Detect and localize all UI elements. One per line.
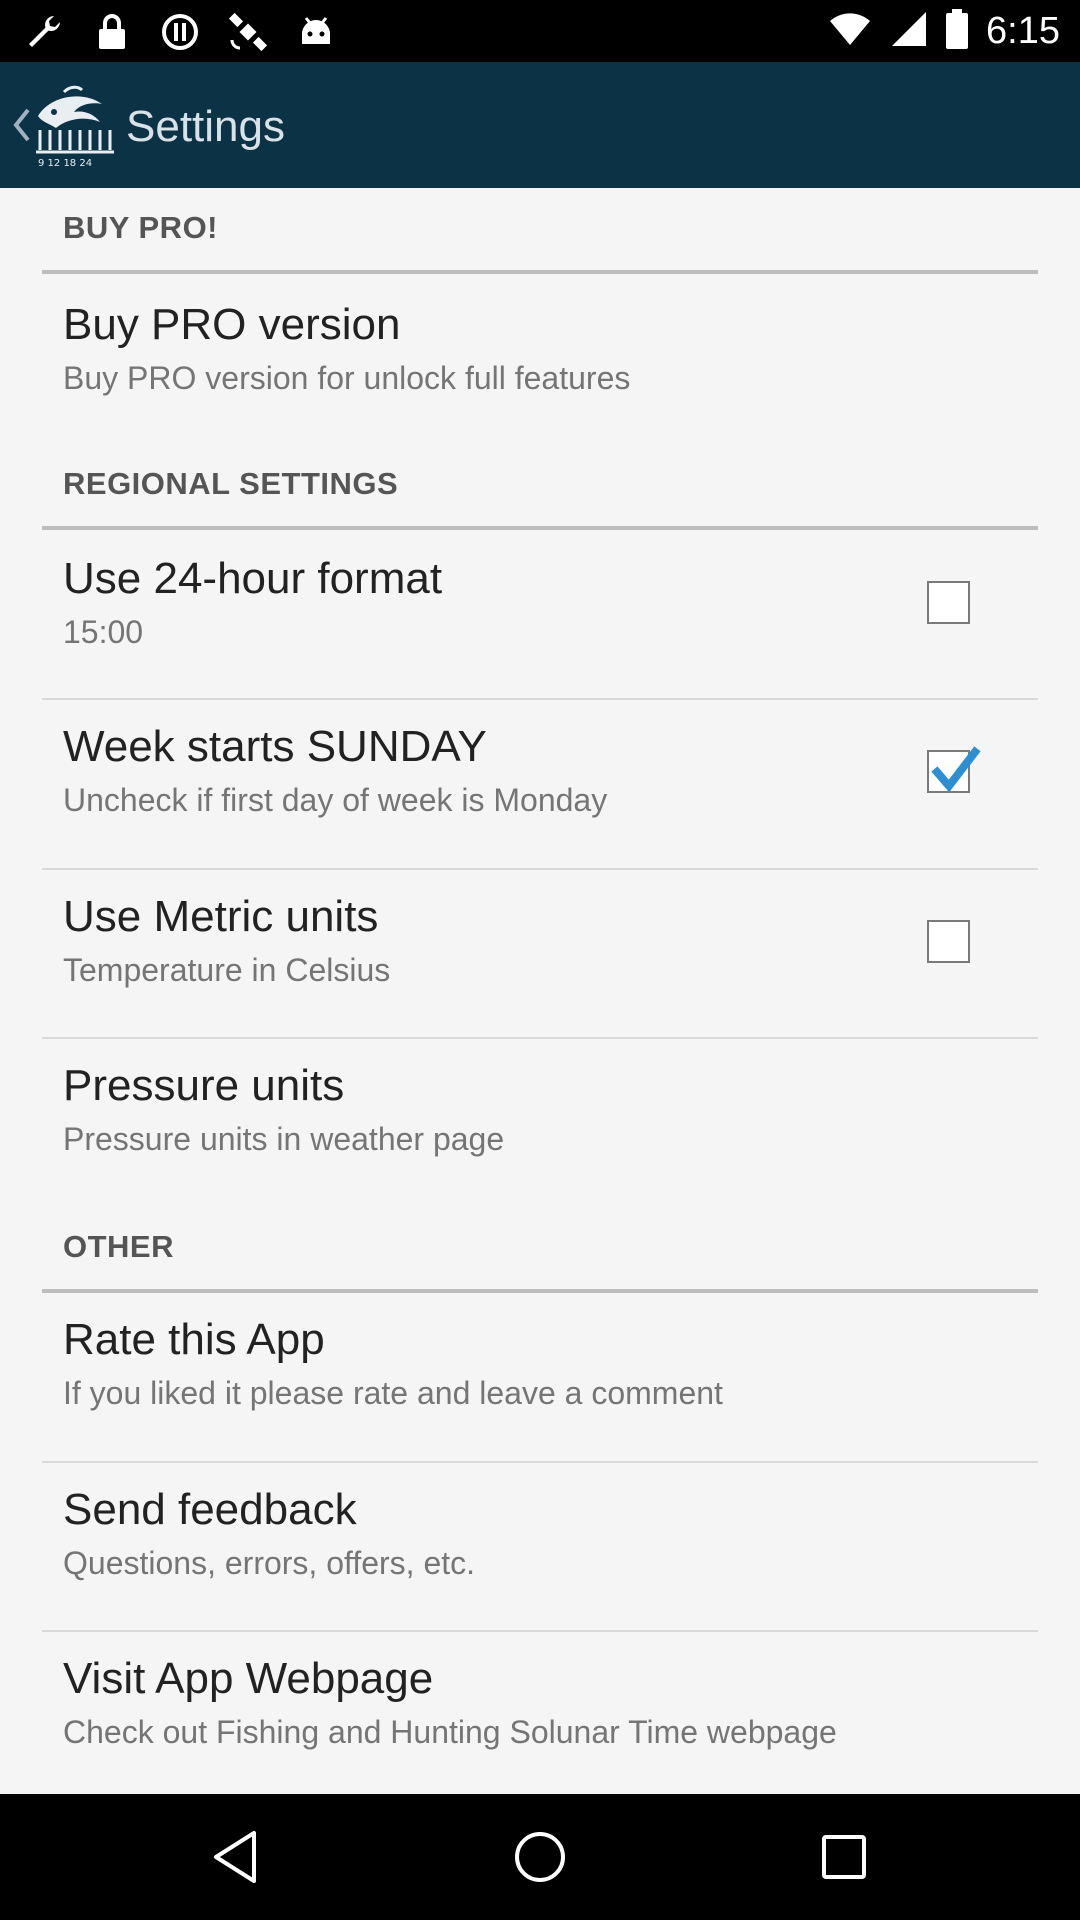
section-header-label: REGIONAL SETTINGS [63, 466, 399, 501]
pref-title: Send feedback [63, 1485, 357, 1534]
pref-metric-units[interactable]: Use Metric units Temperature in Celsius [0, 870, 1080, 1038]
checkbox-week-starts-sunday[interactable] [927, 746, 981, 793]
pref-24-hour-format[interactable]: Use 24-hour format 15:00 [0, 530, 1080, 698]
pref-title: Week starts SUNDAY [63, 722, 487, 771]
checkbox-24-hour-format[interactable] [927, 581, 970, 624]
pref-summary: Check out Fishing and Hunting Solunar Ti… [63, 1714, 837, 1750]
status-time: 6:15 [986, 9, 1060, 52]
recents-nav-icon[interactable] [814, 1827, 874, 1887]
pref-summary: Questions, errors, offers, etc. [63, 1545, 476, 1581]
checkmark-icon [931, 746, 981, 793]
pref-visit-app-webpage[interactable]: Visit App Webpage Check out Fishing and … [0, 1632, 1080, 1794]
page-title: Settings [126, 102, 285, 151]
app-bar: 9 12 18 24 Settings [0, 62, 1080, 188]
status-system-icons: 6:15 [828, 8, 1060, 54]
section-header-buy-pro: BUY PRO! [42, 188, 1038, 274]
pref-title: Buy PRO version [63, 300, 401, 349]
back-nav-icon[interactable] [206, 1827, 266, 1887]
pref-summary: Buy PRO version for unlock full features [63, 360, 631, 396]
home-nav-icon[interactable] [510, 1827, 570, 1887]
pref-buy-pro-version[interactable]: Buy PRO version Buy PRO version for unlo… [0, 276, 1080, 442]
pref-send-feedback[interactable]: Send feedback Questions, errors, offers,… [0, 1463, 1080, 1631]
section-header-label: BUY PRO! [63, 210, 219, 245]
pref-title: Rate this App [63, 1315, 325, 1364]
section-header-regional-settings: REGIONAL SETTINGS [42, 444, 1038, 530]
lock-icon [90, 10, 134, 54]
pref-title: Use Metric units [63, 892, 379, 941]
pref-summary: Uncheck if first day of week is Monday [63, 782, 608, 818]
app-logo-icon[interactable]: 9 12 18 24 [30, 82, 116, 168]
pref-title: Use 24-hour format [63, 554, 443, 603]
section-header-label: OTHER [63, 1229, 174, 1264]
pref-summary: Temperature in Celsius [63, 952, 391, 988]
battery-icon [946, 8, 969, 54]
svg-text:9 12 18 24: 9 12 18 24 [38, 158, 92, 168]
status-notification-icons [22, 10, 338, 54]
satellite-icon [226, 10, 270, 54]
section-header-other: OTHER [42, 1207, 1038, 1293]
navigation-bar [0, 1794, 1080, 1920]
pref-title: Pressure units [63, 1061, 345, 1110]
android-icon [294, 10, 338, 54]
pref-pressure-units[interactable]: Pressure units Pressure units in weather… [0, 1039, 1080, 1207]
checkbox-metric-units[interactable] [927, 920, 970, 963]
pref-summary: 15:00 [63, 614, 144, 650]
settings-list: BUY PRO! Buy PRO version Buy PRO version… [0, 188, 1080, 1794]
alert-icon [158, 10, 202, 54]
pref-summary: Pressure units in weather page [63, 1121, 505, 1157]
wrench-icon [22, 10, 66, 54]
pref-title: Visit App Webpage [63, 1654, 434, 1703]
pref-rate-this-app[interactable]: Rate this App If you liked it please rat… [0, 1293, 1080, 1461]
status-bar: 6:15 [0, 0, 1080, 62]
pref-summary: If you liked it please rate and leave a … [63, 1375, 723, 1411]
signal-icon [890, 10, 928, 53]
pref-week-starts-sunday[interactable]: Week starts SUNDAY Uncheck if first day … [0, 700, 1080, 868]
wifi-icon [828, 11, 872, 52]
